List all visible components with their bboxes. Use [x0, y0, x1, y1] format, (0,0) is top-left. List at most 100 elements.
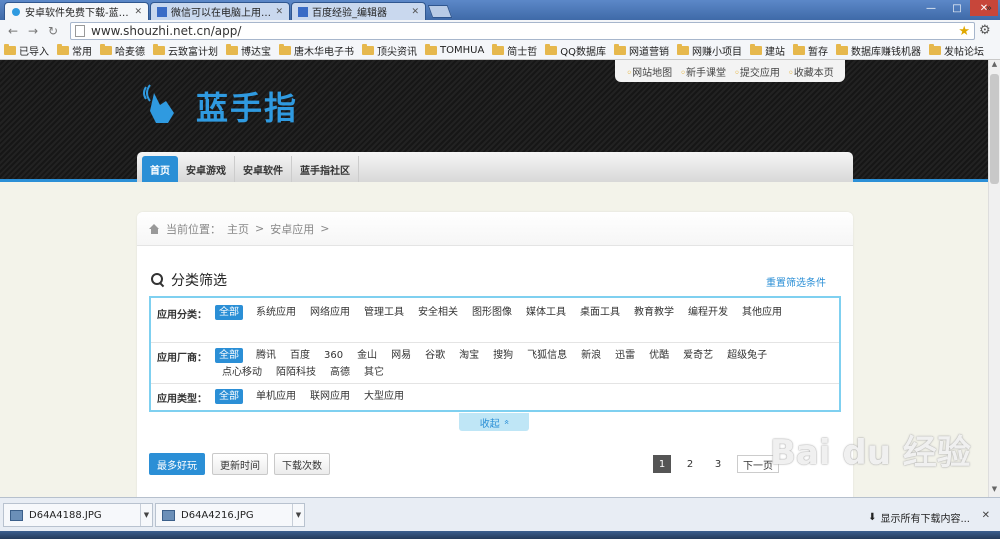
bookmark-item[interactable]: 唐木华电子书 [279, 43, 354, 58]
bookmark-item[interactable]: 云致富计划 [153, 43, 218, 58]
bookmark-item[interactable]: 顶尖资讯 [362, 43, 417, 58]
filter-option[interactable]: 全部 [215, 348, 243, 363]
nav-item[interactable]: 安卓游戏 [178, 156, 235, 182]
close-window-button[interactable]: ✕ [970, 0, 998, 16]
tab-close-icon[interactable]: ✕ [275, 7, 283, 17]
sort-button[interactable]: 更新时间 [212, 453, 268, 475]
filter-option[interactable]: 飞狐信息 [520, 348, 574, 363]
new-tab-button[interactable] [427, 5, 453, 18]
filter-option[interactable]: 其他应用 [735, 305, 789, 320]
chevron-down-icon[interactable]: ▼ [292, 504, 304, 526]
bookmark-label: 常用 [72, 47, 92, 58]
next-page-button[interactable]: 下一页 [737, 455, 779, 473]
bookmark-item[interactable]: 常用 [57, 43, 92, 58]
filter-option[interactable]: 桌面工具 [573, 305, 627, 320]
bookmark-item[interactable]: 暂存 [793, 43, 828, 58]
wrench-menu-icon[interactable]: ⚙ [979, 23, 995, 39]
filter-option[interactable]: 图形图像 [465, 305, 519, 320]
bookmark-item[interactable]: 数据库赚钱机器 [836, 43, 921, 58]
breadcrumb-item-home[interactable]: 主页 [227, 221, 249, 237]
filter-option[interactable]: 全部 [215, 305, 243, 320]
filter-option[interactable]: 腾讯 [249, 348, 283, 363]
download-item[interactable]: D64A4216.JPG ▼ [155, 503, 305, 527]
scroll-up-icon[interactable]: ▲ [989, 60, 1000, 72]
nav-item[interactable]: 蓝手指社区 [292, 156, 359, 182]
browser-tab-2[interactable]: 微信可以在电脑上用吗电脑 ✕ [150, 2, 290, 20]
top-link[interactable]: ◦提交应用 [734, 64, 780, 79]
site-logo[interactable]: 蓝手指 [140, 83, 298, 129]
filter-option[interactable]: 媒体工具 [519, 305, 573, 320]
bookmark-item[interactable]: 网赚小项目 [677, 43, 742, 58]
show-all-downloads-link[interactable]: ⬇ 显示所有下载内容... [868, 510, 970, 525]
bookmark-label: 博达宝 [241, 47, 271, 58]
bookmark-item[interactable]: 博达宝 [226, 43, 271, 58]
sort-button[interactable]: 下载次数 [274, 453, 330, 475]
maximize-button[interactable]: □ [944, 0, 970, 16]
filter-option[interactable]: 教育教学 [627, 305, 681, 320]
bookmarks-more-button[interactable]: » [986, 3, 992, 14]
nav-item[interactable]: 安卓软件 [235, 156, 292, 182]
filter-option[interactable]: 联网应用 [303, 389, 357, 404]
filter-option[interactable]: 其它 [357, 365, 391, 380]
bookmark-item[interactable]: 网道营销 [614, 43, 669, 58]
browser-tab-1[interactable]: 安卓软件免费下载-蓝手指 ✕ [4, 2, 149, 20]
tab-close-icon[interactable]: ✕ [411, 7, 419, 17]
filter-option[interactable]: 陌陌科技 [269, 365, 323, 380]
bookmark-item[interactable]: 哈麦德 [100, 43, 145, 58]
minimize-button[interactable]: — [918, 0, 944, 16]
filter-option[interactable]: 金山 [350, 348, 384, 363]
filter-option[interactable]: 管理工具 [357, 305, 411, 320]
scrollbar-thumb[interactable] [990, 74, 999, 184]
bookmark-item[interactable]: 已导入 [4, 43, 49, 58]
close-shelf-icon[interactable]: ✕ [982, 510, 990, 521]
page-number[interactable]: 2 [681, 455, 699, 473]
filter-option[interactable]: 优酷 [642, 348, 676, 363]
bookmark-item[interactable]: 简士哲 [492, 43, 537, 58]
filter-option[interactable]: 新浪 [574, 348, 608, 363]
filter-option[interactable]: 系统应用 [249, 305, 303, 320]
filter-option[interactable]: 全部 [215, 389, 243, 404]
filter-option[interactable]: 超级兔子 [720, 348, 774, 363]
filter-option[interactable]: 淘宝 [452, 348, 486, 363]
filter-option[interactable]: 编程开发 [681, 305, 735, 320]
collapse-filter-button[interactable]: 收起 « [459, 413, 529, 431]
web-page: ◦网站地图 ◦新手课堂 ◦提交应用 ◦收藏本页 蓝手指 首页 安卓游戏 安卓软件 蓝手指社区… [0, 60, 988, 497]
filter-option[interactable]: 安全相关 [411, 305, 465, 320]
filter-option[interactable]: 单机应用 [249, 389, 303, 404]
filter-option[interactable]: 搜狗 [486, 348, 520, 363]
top-link[interactable]: ◦新手课堂 [680, 64, 726, 79]
bookmark-item[interactable]: TOMHUA [425, 44, 484, 56]
page-number[interactable]: 3 [709, 455, 727, 473]
tab-close-icon[interactable]: ✕ [134, 7, 142, 17]
forward-arrow-icon[interactable]: → [26, 24, 40, 38]
filter-option[interactable]: 高德 [323, 365, 357, 380]
filter-option[interactable]: 谷歌 [418, 348, 452, 363]
scroll-down-icon[interactable]: ▼ [989, 485, 1000, 497]
bookmark-item[interactable]: 发帖论坛 [929, 43, 984, 58]
sort-button[interactable]: 最多好玩 [149, 453, 205, 475]
page-scrollbar[interactable]: ▲ ▼ [988, 60, 1000, 497]
top-link[interactable]: ◦网站地图 [626, 64, 672, 79]
filter-option[interactable]: 网易 [384, 348, 418, 363]
download-item[interactable]: D64A4188.JPG ▼ [3, 503, 153, 527]
bookmark-item[interactable]: 建站 [750, 43, 785, 58]
address-bar[interactable]: www.shouzhi.net.cn/app/ ★ [70, 22, 975, 40]
page-number[interactable]: 1 [653, 455, 671, 473]
top-link[interactable]: ◦收藏本页 [788, 64, 834, 79]
filter-option[interactable]: 百度 [283, 348, 317, 363]
bookmark-star-icon[interactable]: ★ [958, 24, 970, 39]
filter-option[interactable]: 网络应用 [303, 305, 357, 320]
filter-option[interactable]: 爱奇艺 [676, 348, 720, 363]
browser-tab-3[interactable]: 百度经验_编辑器 ✕ [291, 2, 426, 20]
bookmark-item[interactable]: QQ数据库 [545, 43, 606, 58]
chevron-down-icon[interactable]: ▼ [140, 504, 152, 526]
filter-option[interactable]: 点心移动 [215, 365, 269, 380]
filter-option[interactable]: 360 [317, 348, 350, 363]
filter-option[interactable]: 大型应用 [357, 389, 411, 404]
back-arrow-icon[interactable]: ← [6, 24, 20, 38]
breadcrumb-item-apps[interactable]: 安卓应用 [270, 221, 314, 237]
reset-filter-link[interactable]: 重置筛选条件 [766, 274, 826, 289]
filter-option[interactable]: 迅雷 [608, 348, 642, 363]
nav-item[interactable]: 首页 [142, 156, 178, 182]
reload-icon[interactable]: ↻ [46, 24, 60, 38]
